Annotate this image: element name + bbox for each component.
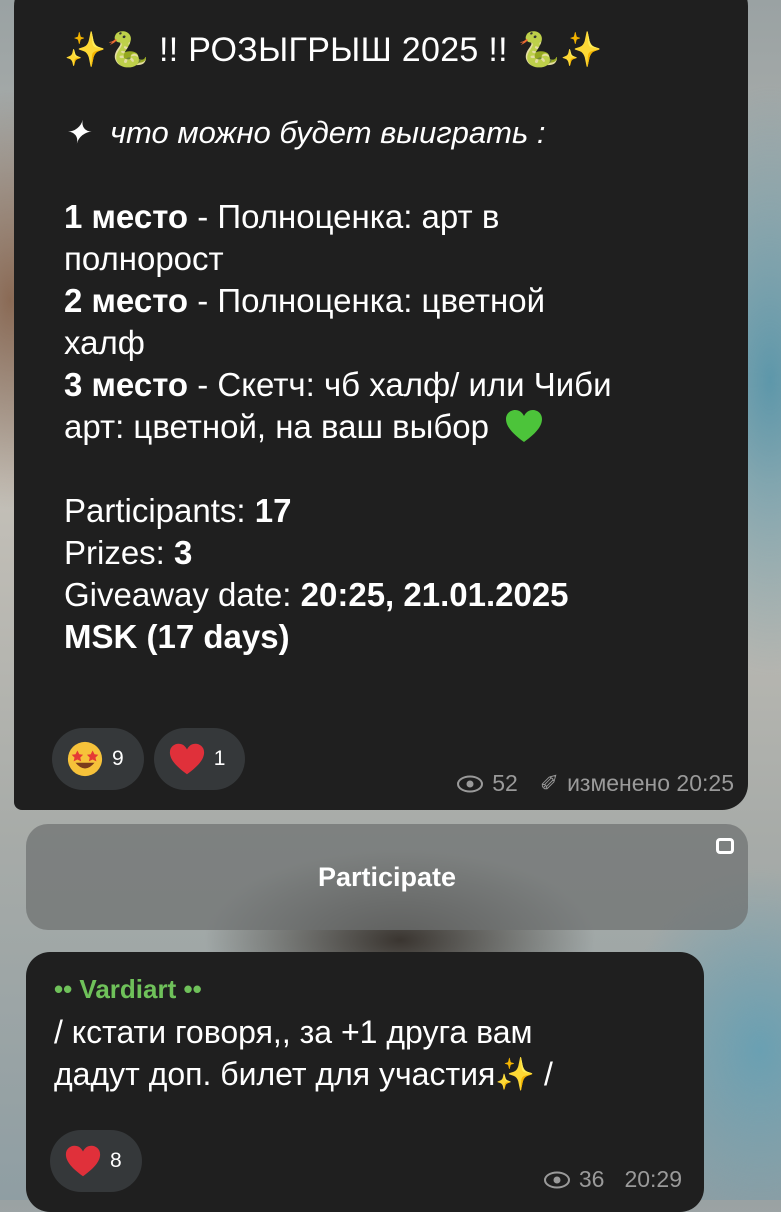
red-heart-emoji-icon [65, 1145, 101, 1177]
prize-line-2: 2 место - Полноценка: цветной [64, 280, 748, 322]
giveaway-title: !! РОЗЫГРЫШ 2025 !! [159, 31, 508, 69]
reaction-count: 1 [213, 747, 226, 770]
participate-button[interactable]: Participate [26, 824, 748, 930]
participants-value: 17 [254, 492, 292, 529]
pin-icon: ✐ [539, 770, 560, 796]
views-eye-icon [457, 775, 484, 792]
prize-text: арт: цветной, на ваш выбор [64, 408, 489, 445]
reply-message-bubble[interactable]: •• Vardiart •• / кстати говоря,, за +1 д… [26, 952, 704, 1212]
prize-text: - Скетч: чб халф/ или Чиби [188, 366, 612, 403]
webapp-icon [716, 838, 734, 854]
giveaway-title-line: ✨🐍 !! РОЗЫГРЫШ 2025 !! 🐍✨ [64, 30, 748, 70]
sparkles-icon: ✨ [560, 31, 603, 69]
green-heart-icon [506, 410, 543, 442]
prize-text: - Полноценка: арт в [188, 198, 500, 235]
prize-line-1-cont: полнорост [64, 240, 224, 277]
prize-text: - Полноценка: цветной [188, 282, 546, 319]
message-meta: 52 ✐ изменено 20:25 [456, 770, 734, 797]
prize-place: 3 место [64, 366, 189, 403]
prize-line-3: 3 место - Скетч: чб халф/ или Чиби [64, 364, 748, 406]
message-meta: 36 20:29 [543, 1166, 682, 1193]
prize-line-3-cont: арт: цветной, на ваш выбор [64, 406, 748, 448]
giveaway-date-line: Giveaway date: 20:25, 21.01.2025 [64, 574, 748, 616]
prizes-line: Prizes: 3 [64, 532, 748, 574]
reaction-star-struck[interactable]: 9 [52, 728, 144, 790]
prize-place: 2 место [64, 282, 189, 319]
prizes-label: Prizes: [64, 534, 165, 571]
reaction-count: 8 [110, 1149, 122, 1172]
message2-line2: дадут доп. билет для участия✨ / [54, 1053, 704, 1095]
sparkles-icon: ✨ [64, 31, 107, 69]
snake-icon: 🐍 [517, 31, 561, 69]
reaction-heart[interactable]: 8 [50, 1130, 142, 1192]
date-value-line2: MSK (17 days) [64, 618, 290, 655]
prize-line-2-cont: халф [64, 324, 145, 361]
participate-label: Participate [317, 861, 457, 892]
reactions-row: 8 [50, 1130, 142, 1192]
message2-text-end: / [535, 1056, 553, 1092]
snake-icon: 🐍 [106, 31, 150, 69]
message-time: 20:29 [624, 1166, 682, 1192]
date-value: 20:25, 21.01.2025 [300, 576, 569, 613]
prize-place: 1 место [64, 198, 189, 235]
participants-label: Participants: [64, 492, 246, 529]
message2-text: дадут доп. билет для участия [54, 1056, 496, 1092]
views-count: 36 [578, 1166, 605, 1192]
giveaway-message-bubble[interactable]: ✨🐍 !! РОЗЫГРЫШ 2025 !! 🐍✨ ✦ что можно буд… [14, 0, 748, 810]
sparkles-icon: ✨ [495, 1056, 536, 1092]
reactions-row: 9 1 [52, 728, 246, 790]
edited-label: изменено 20:25 [567, 770, 734, 796]
prize-line-1: 1 место - Полноценка: арт в [64, 196, 748, 238]
red-heart-emoji-icon [169, 743, 204, 775]
four-point-star-icon: ✦ [64, 115, 90, 150]
subtitle-line: ✦ что можно будет выиграть : [64, 112, 748, 154]
reaction-heart[interactable]: 1 [153, 728, 246, 790]
prizes-value: 3 [174, 534, 193, 571]
author-name[interactable]: •• Vardiart •• [54, 974, 704, 1005]
subtitle: что можно будет выиграть : [109, 115, 546, 150]
star-struck-emoji-icon [67, 741, 103, 777]
views-eye-icon [543, 1171, 570, 1188]
participants-line: Participants: 17 [64, 490, 748, 532]
date-label: Giveaway date: [64, 576, 292, 613]
reaction-count: 9 [112, 747, 124, 770]
views-count: 52 [492, 770, 518, 796]
message2-line1: / кстати говоря,, за +1 друга вам [54, 1014, 533, 1050]
